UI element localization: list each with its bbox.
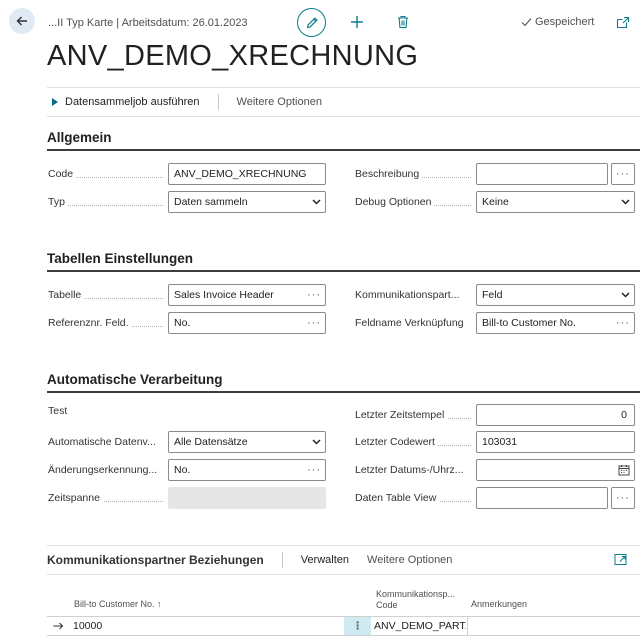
auto-data-value: Alle Datensätze: [174, 436, 248, 448]
relations-part-title[interactable]: Kommunikationspartner Beziehungen: [47, 553, 282, 567]
run-job-label: Datensammeljob ausführen: [65, 96, 200, 108]
last-datetime-field[interactable]: [476, 459, 635, 481]
data-table-view-label: Daten Table View: [355, 492, 471, 504]
type-label: Typ: [48, 196, 163, 208]
delete-button[interactable]: [393, 12, 413, 32]
debug-options-value: Keine: [482, 196, 509, 208]
section-divider: [47, 391, 640, 393]
back-button[interactable]: [9, 8, 35, 34]
section-title-table-settings: Tabellen Einstellungen: [47, 251, 194, 266]
section-title-general: Allgemein: [47, 130, 112, 145]
section-divider: [47, 149, 640, 151]
test-label: Test: [48, 405, 68, 417]
saved-status-label: Gespeichert: [535, 16, 595, 28]
reference-no-field-label: Referenznr. Feld.: [48, 317, 163, 329]
field-name-link-value: Bill-to Customer No.: [482, 317, 576, 329]
section-divider: [47, 270, 640, 272]
description-field[interactable]: [476, 163, 608, 185]
manage-action[interactable]: Verwalten: [283, 554, 349, 566]
data-table-view-field[interactable]: [476, 487, 608, 509]
column-header-customer-no[interactable]: Bill-to Customer No. ↑: [74, 599, 162, 610]
column-header-remarks[interactable]: Anmerkungen: [471, 599, 527, 610]
debug-options-label: Debug Optionen: [355, 196, 471, 208]
action-bar: Datensammeljob ausführen Weitere Optione…: [47, 87, 640, 117]
chevron-down-icon: [307, 199, 325, 205]
last-timestamp-label: Letzter Zeitstempel: [355, 409, 471, 421]
open-in-new-window-icon: [616, 16, 630, 28]
chevron-down-icon: [616, 292, 634, 298]
saved-status: Gespeichert: [521, 16, 594, 28]
change-detection-value: No.: [174, 464, 191, 476]
description-assist-button[interactable]: ···: [611, 163, 635, 185]
checkmark-icon: [521, 18, 532, 27]
chevron-down-icon: [307, 439, 325, 445]
arrow-left-icon: [16, 16, 27, 26]
pencil-icon: [306, 16, 318, 28]
row-actions-menu-icon[interactable]: ⋮: [344, 617, 371, 635]
last-datetime-label: Letzter Datums-/Uhrz...: [355, 464, 464, 476]
top-bar: ...II Typ Karte | Arbeitsdatum: 26.01.20…: [0, 0, 640, 44]
code-label: Code: [48, 168, 163, 180]
row-indicator-arrow-icon: [53, 617, 69, 635]
description-label: Beschreibung: [355, 168, 471, 180]
column-header-partner-code-line2: Code: [376, 600, 398, 610]
last-timestamp-value: 0: [621, 409, 627, 421]
run-job-action[interactable]: Datensammeljob ausführen: [47, 96, 218, 108]
column-header-partner-code[interactable]: Kommunikationsp... Code: [376, 589, 455, 611]
lookup-ellipsis-icon[interactable]: ···: [303, 464, 325, 476]
calendar-icon[interactable]: [614, 464, 634, 476]
edit-button[interactable]: [297, 8, 326, 37]
cell-partner-code[interactable]: ANV_DEMO_PART...: [374, 617, 466, 635]
type-select[interactable]: Daten sammeln: [168, 191, 326, 213]
auto-data-label: Automatische Datenv...: [48, 436, 156, 448]
chevron-down-icon: [616, 199, 634, 205]
debug-options-select[interactable]: Keine: [476, 191, 635, 213]
column-header-partner-code-line1: Kommunikationsp...: [376, 589, 456, 599]
last-code-value: 103031: [482, 436, 518, 448]
auto-data-select[interactable]: Alle Datensätze: [168, 431, 326, 453]
type-value: Daten sammeln: [174, 196, 248, 208]
code-field[interactable]: ANV_DEMO_XRECHNUNG: [168, 163, 326, 185]
new-button[interactable]: [347, 12, 367, 32]
field-name-link-label: Feldname Verknüpfung: [355, 317, 464, 329]
table-value: Sales Invoice Header: [174, 289, 274, 301]
popout-button[interactable]: [614, 13, 632, 31]
play-icon: [52, 98, 58, 106]
code-value: ANV_DEMO_XRECHNUNG: [174, 168, 307, 180]
change-detection-label: Änderungserkennung...: [48, 464, 158, 476]
communication-partner-select[interactable]: Feld: [476, 284, 635, 306]
timespan-label: Zeitspanne: [48, 492, 163, 504]
breadcrumb: ...II Typ Karte | Arbeitsdatum: 26.01.20…: [48, 17, 248, 29]
more-options-action[interactable]: Weitere Optionen: [219, 96, 322, 108]
reference-no-value: No.: [174, 317, 191, 329]
field-name-link-field[interactable]: Bill-to Customer No. ···: [476, 312, 635, 334]
section-title-auto-processing: Automatische Verarbeitung: [47, 372, 223, 387]
page-title: ANV_DEMO_XRECHNUNG: [47, 40, 419, 72]
trash-icon: [398, 15, 408, 29]
table-label: Tabelle: [48, 289, 163, 301]
relations-more-options[interactable]: Weitere Optionen: [349, 554, 452, 566]
communication-partner-value: Feld: [482, 289, 503, 301]
cell-customer-no[interactable]: 10000: [73, 617, 363, 635]
communication-partner-label: Kommunikationspart...: [355, 289, 460, 301]
reference-no-field[interactable]: No. ···: [168, 312, 326, 334]
plus-icon: [351, 16, 363, 28]
change-detection-field[interactable]: No. ···: [168, 459, 326, 481]
relations-part-header: Kommunikationspartner Beziehungen Verwal…: [47, 545, 640, 575]
data-table-view-assist-button[interactable]: ···: [611, 487, 635, 509]
last-timestamp-field[interactable]: 0: [476, 404, 635, 426]
cell-remarks[interactable]: [467, 617, 637, 635]
timespan-field: [168, 487, 326, 509]
table-row[interactable]: 10000 ⋮ ANV_DEMO_PART...: [47, 616, 640, 636]
table-field[interactable]: Sales Invoice Header ···: [168, 284, 326, 306]
lookup-ellipsis-icon[interactable]: ···: [612, 317, 634, 329]
lookup-ellipsis-icon[interactable]: ···: [303, 289, 325, 301]
expand-part-icon[interactable]: [614, 553, 628, 567]
last-code-value-label: Letzter Codewert: [355, 436, 471, 448]
last-code-value-field[interactable]: 103031: [476, 431, 635, 453]
lookup-ellipsis-icon[interactable]: ···: [303, 317, 325, 329]
